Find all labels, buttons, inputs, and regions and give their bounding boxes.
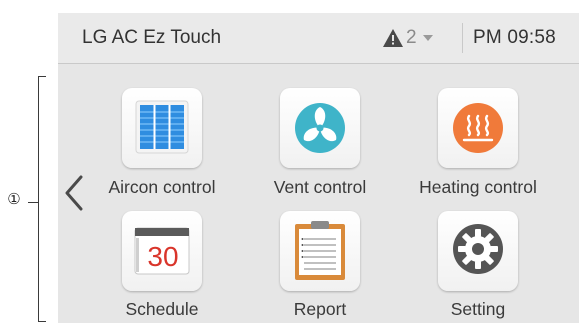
heating-icon <box>453 103 503 153</box>
annotation-pointer <box>28 202 38 203</box>
vent-control-label: Vent control <box>273 177 367 197</box>
schedule-label: Schedule <box>125 299 199 319</box>
header-bar: LG AC Ez Touch 2 PM 09:58 <box>58 13 579 64</box>
header-divider <box>462 23 463 53</box>
clock: PM 09:58 <box>473 27 556 48</box>
report-button[interactable] <box>280 211 360 291</box>
vent-control-button[interactable] <box>280 88 360 168</box>
heating-control-button[interactable] <box>438 88 518 168</box>
annotation-marker: ① <box>7 191 21 208</box>
chevron-down-icon <box>422 35 433 41</box>
annotation-bracket <box>38 76 47 322</box>
calendar-icon: 30 <box>134 227 190 275</box>
alert-count: 2 <box>406 27 417 48</box>
aircon-control-button[interactable] <box>122 88 202 168</box>
setting-button[interactable] <box>438 211 518 291</box>
report-label: Report <box>293 299 347 319</box>
heating-control-label: Heating control <box>419 177 537 197</box>
vent-fan-icon <box>295 103 345 153</box>
calendar-day: 30 <box>147 241 178 272</box>
aircon-icon <box>135 100 189 154</box>
setting-label: Setting <box>450 299 506 319</box>
aircon-control-label: Aircon control <box>108 177 216 197</box>
device-screen: LG AC Ez Touch 2 PM 09:58 Aircon control… <box>58 13 579 323</box>
warning-icon <box>383 29 403 47</box>
gear-icon <box>453 224 503 274</box>
app-title: LG AC Ez Touch <box>82 27 222 48</box>
clipboard-icon <box>295 221 345 280</box>
chevron-left-icon[interactable] <box>64 175 84 211</box>
schedule-button[interactable]: 30 <box>122 211 202 291</box>
alert-indicator[interactable]: 2 <box>382 25 433 51</box>
